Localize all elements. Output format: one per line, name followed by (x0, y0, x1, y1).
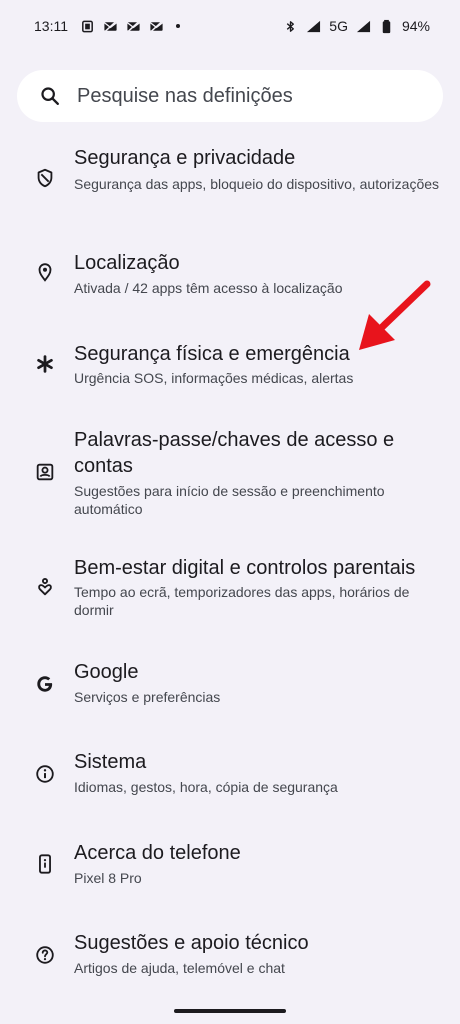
settings-item-google[interactable]: Google Serviços e preferências (0, 658, 460, 714)
home-indicator[interactable] (174, 1009, 286, 1013)
settings-item-passwords-accounts[interactable]: Palavras-passe/chaves de acesso e contas… (0, 426, 460, 522)
settings-item-about-phone[interactable]: Acerca do telefone Pixel 8 Pro (0, 839, 460, 895)
google-g-icon (34, 673, 56, 695)
item-title: Localização (74, 252, 180, 274)
item-title: Acerca do telefone (74, 842, 241, 864)
item-subtitle: Serviços e preferências (74, 689, 221, 705)
search-placeholder: Pesquise nas definições (77, 84, 293, 107)
more-notifications-dot-icon (176, 24, 180, 28)
item-title: Palavras-passe/chaves de acesso e contas (74, 429, 395, 477)
item-subtitle: Segurança das apps, bloqueio do disposit… (74, 176, 440, 192)
network-type-label: 5G (329, 18, 348, 34)
item-subtitle: Artigos de ajuda, telemóvel e chat (74, 960, 285, 976)
screenshot-notification-icon (80, 19, 95, 34)
bluetooth-icon (283, 19, 298, 34)
account-box-icon (34, 461, 56, 483)
status-left: 13:11 (34, 18, 180, 34)
settings-item-security-privacy[interactable]: Segurança e privacidade Segurança das ap… (0, 140, 460, 220)
wellbeing-heart-icon (34, 576, 56, 598)
item-title: Google (74, 661, 139, 683)
muted-mail-notification-icon (149, 19, 164, 34)
item-title: Segurança e privacidade (74, 147, 296, 169)
location-pin-icon (34, 261, 56, 283)
status-time: 13:11 (34, 18, 68, 34)
status-bar: 13:11 5G 94% (0, 0, 460, 52)
search-bar[interactable]: Pesquise nas definições (17, 70, 443, 122)
item-title: Sugestões e apoio técnico (74, 932, 309, 954)
phone-info-icon (34, 853, 56, 875)
help-icon (34, 944, 56, 966)
item-subtitle: Urgência SOS, informações médicas, alert… (74, 370, 354, 386)
search-icon (39, 85, 61, 107)
settings-item-digital-wellbeing[interactable]: Bem-estar digital e controlos parentais … (0, 552, 460, 624)
item-subtitle: Idiomas, gestos, hora, cópia de seguranç… (74, 779, 338, 795)
status-right: 5G 94% (283, 18, 430, 34)
cell-signal-icon (356, 19, 371, 34)
wifi-signal-icon (306, 19, 321, 34)
settings-item-tips-support[interactable]: Sugestões e apoio técnico Artigos de aju… (0, 929, 460, 985)
battery-percentage: 94% (401, 18, 430, 34)
red-arrow-annotation-icon (359, 280, 431, 350)
asterisk-icon (34, 353, 56, 375)
battery-icon (379, 19, 394, 34)
item-subtitle: Sugestões para início de sessão e preenc… (74, 483, 385, 517)
item-title: Sistema (74, 751, 147, 773)
muted-mail-notification-icon (126, 19, 141, 34)
info-icon (34, 763, 56, 785)
item-subtitle: Pixel 8 Pro (74, 870, 142, 886)
muted-mail-notification-icon (103, 19, 118, 34)
settings-item-system[interactable]: Sistema Idiomas, gestos, hora, cópia de … (0, 748, 460, 804)
item-title: Bem-estar digital e controlos parentais (74, 557, 416, 579)
item-subtitle: Tempo ao ecrã, temporizadores das apps, … (74, 584, 410, 618)
shield-icon (34, 167, 56, 189)
